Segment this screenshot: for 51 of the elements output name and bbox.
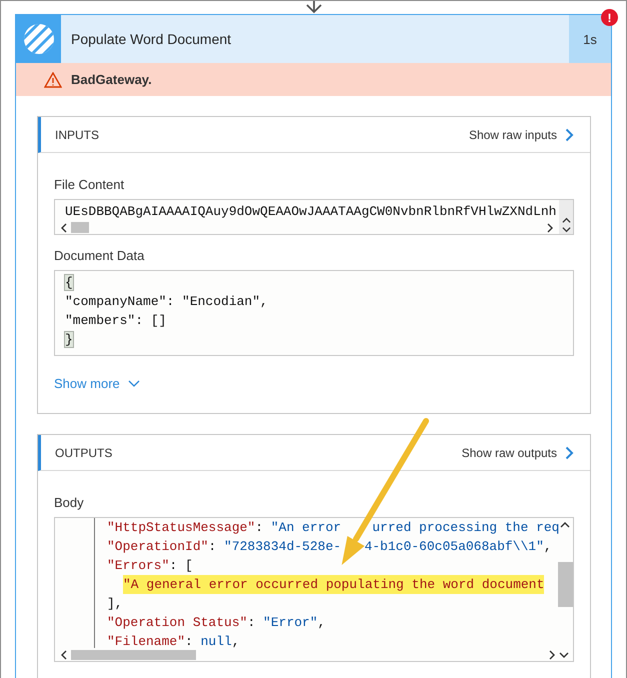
show-more-link[interactable]: Show more [54,376,574,391]
down-arrow-icon [304,1,322,14]
show-raw-inputs-link[interactable]: Show raw inputs [468,128,574,142]
code-token: , [232,633,240,648]
scrollbar-thumb[interactable] [71,650,196,660]
code-viewer[interactable] [54,517,574,662]
code-token: : [ [169,557,193,575]
code-token: "An error [270,519,342,537]
code-token: : [208,538,218,556]
field-label: Body [54,495,85,510]
code-token: "Filename" [107,633,186,648]
panel-heading: OUTPUTS [55,446,112,460]
code-token: "Errors" [107,557,170,575]
input-field[interactable]: { "companyName": "Encodian", "members": [] } [54,270,574,356]
code-token: : [255,519,264,537]
chevron-down-icon[interactable] [128,380,140,388]
code-token: "Error" [263,614,318,632]
code-token: "HttpStatusMessage" [107,519,256,537]
code-token: "A general error occurred populating the word document [123,575,544,594]
scroll-left-icon[interactable] [59,222,69,232]
code-token: 4-b1c0-60c05a068abf\\1" [364,538,544,556]
code-token: , [318,614,326,632]
scrollbar-thumb[interactable] [558,562,572,607]
scroll-left-icon[interactable] [59,650,69,660]
code-token: : [185,633,194,648]
code-token: "7283834d-528e- [224,538,342,556]
show-raw-outputs-link[interactable]: Show raw outputs [462,446,574,460]
code-token: urred processing the req [372,519,560,537]
code-token: ], [107,595,123,613]
scroll-up-icon[interactable] [560,520,570,530]
scroll-up-icon[interactable] [562,216,570,225]
error-badge: ! [601,9,618,26]
scroll-down-icon[interactable] [559,650,569,660]
code-token: : [247,614,256,632]
scrollbar-thumb[interactable] [71,222,89,233]
scroll-down-icon[interactable] [562,225,570,234]
chevron-right-icon[interactable] [565,446,574,460]
scroll-right-icon[interactable] [547,650,557,660]
input-field[interactable]: UEsDBBQABgAIAAAAIQAuy9dOwQEAAOwJAAATAAgCW0NvbnRlbnRfVHlwZXNdLnh [54,199,574,235]
code-token: null [200,633,232,648]
field-label: File Content [54,177,126,192]
code-token: "OperationId" [107,538,208,556]
action-title: Populate Word Document [70,30,232,49]
scroll-right-icon[interactable] [545,222,555,232]
chevron-right-icon[interactable] [565,128,574,142]
code-token: "Operation Status" [107,614,248,632]
panel-heading: INPUTS [55,128,100,142]
code-token: , [544,538,552,556]
warning-icon [44,72,62,88]
field-label: Document Data [54,248,146,263]
error-message: BadGateway. [71,72,152,87]
